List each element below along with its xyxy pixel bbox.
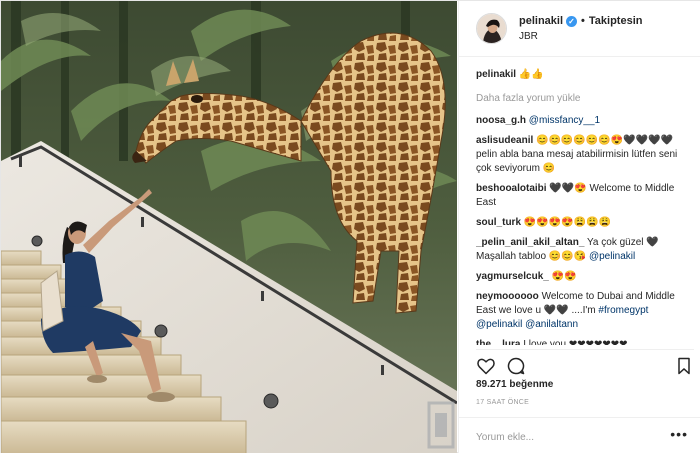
action-bar — [476, 349, 694, 379]
comment-item: neymoooooo Welcome to Dubai and Middle E… — [476, 290, 694, 332]
comment-username[interactable]: aslisudeanil — [476, 135, 533, 146]
comment-username[interactable]: beshooalotaibi — [476, 183, 547, 194]
comment-item: aslisudeanil 😊😊😊😊😊😊😍🖤🖤🖤🖤 pelin abla bana… — [476, 134, 694, 176]
comment-icon[interactable] — [506, 356, 526, 376]
comment-mention[interactable]: @missfancy__1 — [529, 115, 600, 126]
post-photo[interactable] — [1, 1, 457, 453]
more-options-icon[interactable]: ••• — [670, 426, 688, 442]
post-photo-illustration — [1, 1, 457, 453]
comment-item: yagmurselcuk_ 😍😍 — [476, 270, 694, 284]
load-more-comments[interactable]: Daha fazla yorum yükle — [476, 93, 694, 106]
bookmark-icon[interactable] — [674, 356, 694, 376]
add-comment-bar: ••• — [459, 417, 700, 453]
comment-username[interactable]: neymoooooo — [476, 291, 539, 302]
header-username[interactable]: pelinakil — [519, 15, 563, 27]
caption: pelinakil 👍👍 — [476, 69, 694, 82]
header-username-row: pelinakil ✓ • Takiptesin — [519, 15, 642, 27]
location-link[interactable]: JBR — [519, 31, 538, 42]
comments-list[interactable]: pelinakil 👍👍 Daha fazla yorum yükle noos… — [476, 61, 694, 345]
instagram-post: pelinakil ✓ • Takiptesin JBR pelinakil 👍… — [0, 0, 700, 453]
follow-status-button[interactable]: Takiptesin — [589, 15, 643, 27]
heart-icon[interactable] — [476, 356, 496, 376]
comment-username[interactable]: the__lura — [476, 339, 520, 345]
header-separator: • — [581, 15, 585, 27]
comment-text: 😍😍😍😍😩😩😩 — [523, 217, 611, 228]
comment-username[interactable]: _pelin_anil_akil_altan_ — [476, 237, 584, 248]
verified-badge-icon: ✓ — [566, 15, 578, 27]
avatar-image — [477, 14, 506, 43]
add-comment-input[interactable] — [476, 428, 666, 446]
caption-username[interactable]: pelinakil — [476, 69, 516, 80]
comment-username[interactable]: yagmurselcuk_ — [476, 271, 549, 282]
avatar[interactable] — [476, 13, 507, 44]
post-side-panel: pelinakil ✓ • Takiptesin JBR pelinakil 👍… — [458, 1, 700, 453]
comment-item: noosa_g.h @missfancy__1 — [476, 114, 694, 128]
likes-count[interactable]: 89.271 beğenme — [476, 379, 553, 390]
comment-item: _pelin_anil_akil_altan_ Ya çok güzel 🖤 M… — [476, 236, 694, 264]
comment-text: I love you ❤❤❤❤❤❤❤ — [523, 339, 628, 345]
comment-item: beshooalotaibi 🖤🖤😍 Welcome to Middle Eas… — [476, 182, 694, 210]
comment-mention[interactable]: @pelinakil — [589, 251, 635, 262]
comment-items: noosa_g.h @missfancy__1 aslisudeanil 😊😊😊😊… — [476, 114, 694, 345]
post-header: pelinakil ✓ • Takiptesin JBR — [459, 1, 700, 57]
comment-username[interactable]: soul_turk — [476, 217, 521, 228]
comment-text: 😍😍 — [551, 271, 577, 282]
post-timestamp: 17 SAAT ÖNCE — [476, 399, 530, 406]
comment-item: the__lura I love you ❤❤❤❤❤❤❤ — [476, 338, 694, 345]
comment-item: soul_turk 😍😍😍😍😩😩😩 — [476, 216, 694, 230]
comment-username[interactable]: noosa_g.h — [476, 115, 526, 126]
caption-text: 👍👍 — [518, 69, 544, 80]
